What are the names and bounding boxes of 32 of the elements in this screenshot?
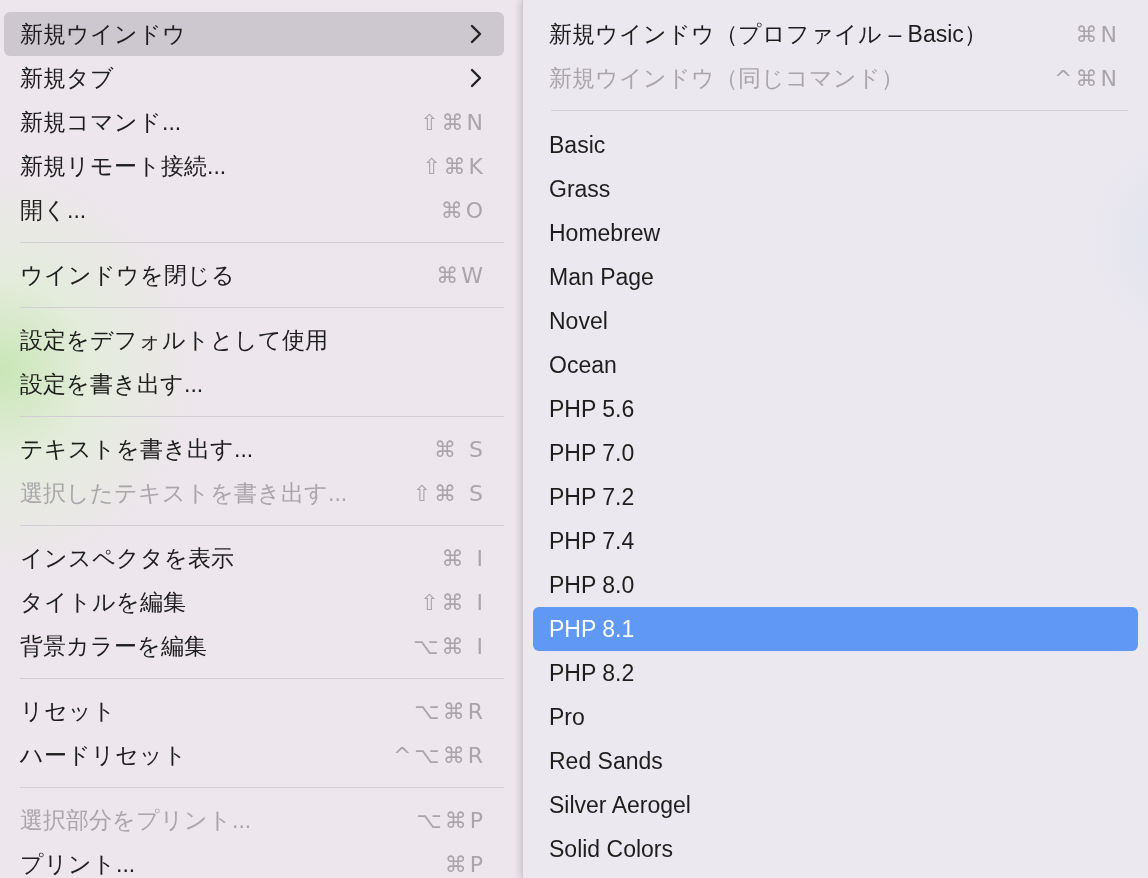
menu-item[interactable]: Novel xyxy=(533,299,1138,343)
menu-item[interactable]: ハードリセット ^⌥⌘R xyxy=(4,733,504,777)
menu-item[interactable]: PHP 7.4 xyxy=(533,519,1138,563)
menu-item[interactable]: 新規リモート接続... ⇧⌘K xyxy=(4,144,504,188)
menu-item[interactable]: Silver Aerogel xyxy=(533,783,1138,827)
menu-item[interactable]: PHP 7.2 xyxy=(533,475,1138,519)
menu-item[interactable]: タイトルを編集 ⇧⌘ I xyxy=(4,580,504,624)
menu-item[interactable]: プリント... ⌘P xyxy=(4,842,504,878)
menu-item[interactable]: PHP 8.2 xyxy=(533,651,1138,695)
menu-item[interactable]: Homebrew xyxy=(533,211,1138,255)
menu-item[interactable]: 背景カラーを編集 ⌥⌘ I xyxy=(4,624,504,668)
menu-item[interactable]: Red Sands xyxy=(533,739,1138,783)
menu-item[interactable]: PHP 8.0 xyxy=(533,563,1138,607)
menu-item[interactable]: PHP 5.6 xyxy=(533,387,1138,431)
menu-item[interactable]: Pro xyxy=(533,695,1138,739)
menu-item[interactable]: 新規コマンド... ⇧⌘N xyxy=(4,100,504,144)
menu-item[interactable]: テキストを書き出す... ⌘ S xyxy=(4,427,504,471)
menu-item[interactable]: Basic xyxy=(533,123,1138,167)
menu-item[interactable]: 設定を書き出す... xyxy=(4,362,504,406)
menu-item[interactable]: Ocean xyxy=(533,343,1138,387)
menu-item[interactable]: 新規タブ xyxy=(4,56,504,100)
menu-item[interactable]: PHP 7.0 xyxy=(533,431,1138,475)
menu-item[interactable]: Grass xyxy=(533,167,1138,211)
menu-item[interactable]: Man Page xyxy=(533,255,1138,299)
menu-item[interactable]: 開く... ⌘O xyxy=(4,188,504,232)
menu-item[interactable]: 新規ウインドウ（プロファイル – Basic） ⌘N xyxy=(533,12,1138,56)
menu-item[interactable]: ウインドウを閉じる ⌘W xyxy=(4,253,504,297)
menu-item[interactable]: インスペクタを表示 ⌘ I xyxy=(4,536,504,580)
menu-item[interactable]: リセット ⌥⌘R xyxy=(4,689,504,733)
menu-item[interactable]: Solid Colors xyxy=(533,827,1138,871)
menu-item[interactable]: 設定をデフォルトとして使用 xyxy=(4,318,504,362)
menu-item[interactable]: 新規ウインドウ xyxy=(4,12,504,56)
